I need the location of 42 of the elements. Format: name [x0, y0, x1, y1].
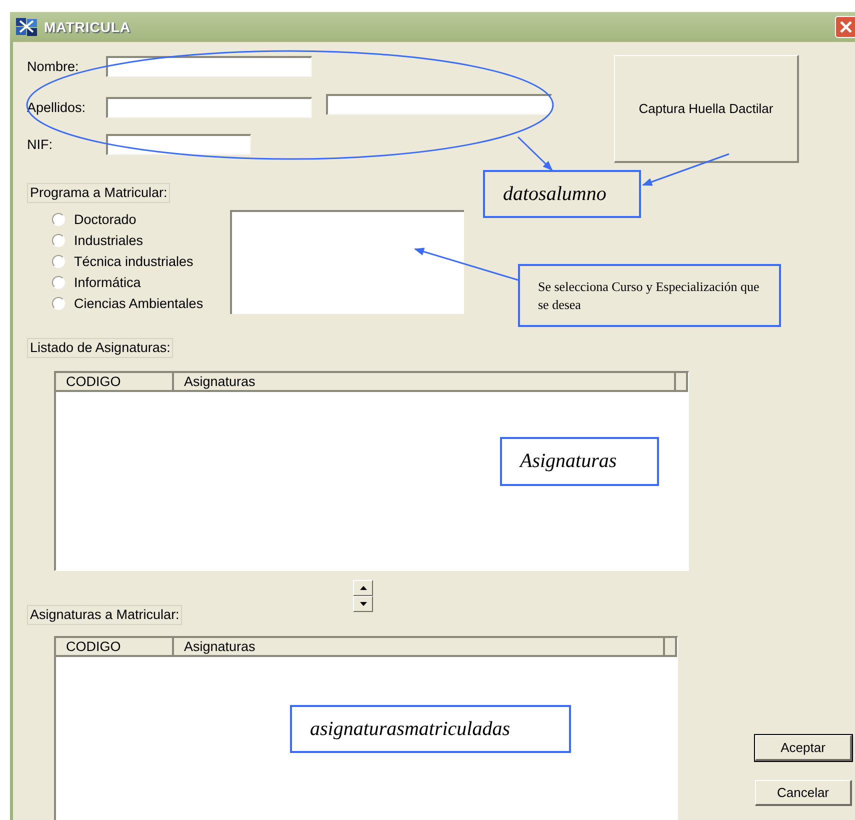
radio-label[interactable]: Doctorado — [74, 212, 136, 226]
radio-label[interactable]: Industriales — [74, 232, 144, 248]
fingerprint-button[interactable]: Captura Huella Dactilar — [614, 55, 799, 163]
header-filler — [676, 373, 688, 392]
callout: datosalumno — [483, 170, 641, 218]
close-button[interactable] — [835, 16, 855, 38]
up-button[interactable] — [353, 580, 373, 596]
column-header[interactable]: Asignaturas — [174, 638, 665, 657]
radio-button[interactable] — [52, 254, 65, 268]
up-arrow-icon — [360, 586, 366, 590]
callout: Se selecciona Curso y Especialización que se desea — [518, 264, 781, 327]
window-title: MATRICULA — [44, 19, 131, 35]
field-label: Nombre: — [27, 59, 80, 74]
group-label: Asignaturas a Matricular: — [27, 605, 182, 625]
surname-field[interactable] — [326, 94, 552, 115]
radio-button[interactable] — [52, 212, 65, 226]
cancel-button[interactable]: Cancelar — [755, 780, 852, 806]
radio-button[interactable] — [52, 296, 65, 310]
radio-label[interactable]: Informática — [74, 274, 141, 290]
down-button[interactable] — [353, 596, 373, 612]
surname-field[interactable] — [106, 97, 312, 118]
group-label: Programa a Matricular: — [27, 183, 170, 203]
radio-button[interactable] — [52, 276, 65, 288]
radio-button[interactable] — [52, 234, 65, 246]
list-box[interactable] — [230, 210, 464, 314]
callout: asignaturasmatriculadas — [290, 705, 571, 753]
column-header[interactable]: CODIGO — [56, 638, 174, 657]
field-label: NIF: — [27, 137, 54, 152]
close-icon — [840, 21, 852, 33]
column-header[interactable]: Asignaturas — [174, 373, 676, 392]
arrow — [517, 136, 553, 171]
radio-label[interactable]: Ciencias Ambientales — [74, 296, 204, 310]
accept-button[interactable]: Aceptar — [755, 735, 852, 761]
header-filler — [665, 638, 677, 657]
callout: Asignaturas — [500, 437, 659, 486]
name-field[interactable] — [106, 56, 312, 77]
column-header[interactable]: CODIGO — [56, 373, 174, 392]
radio-label[interactable]: Técnica industriales — [74, 254, 194, 268]
app-icon — [16, 18, 38, 36]
group-label: Listado de Asignaturas: — [27, 338, 174, 358]
down-arrow-icon — [360, 602, 366, 606]
nif-field[interactable] — [106, 134, 251, 155]
